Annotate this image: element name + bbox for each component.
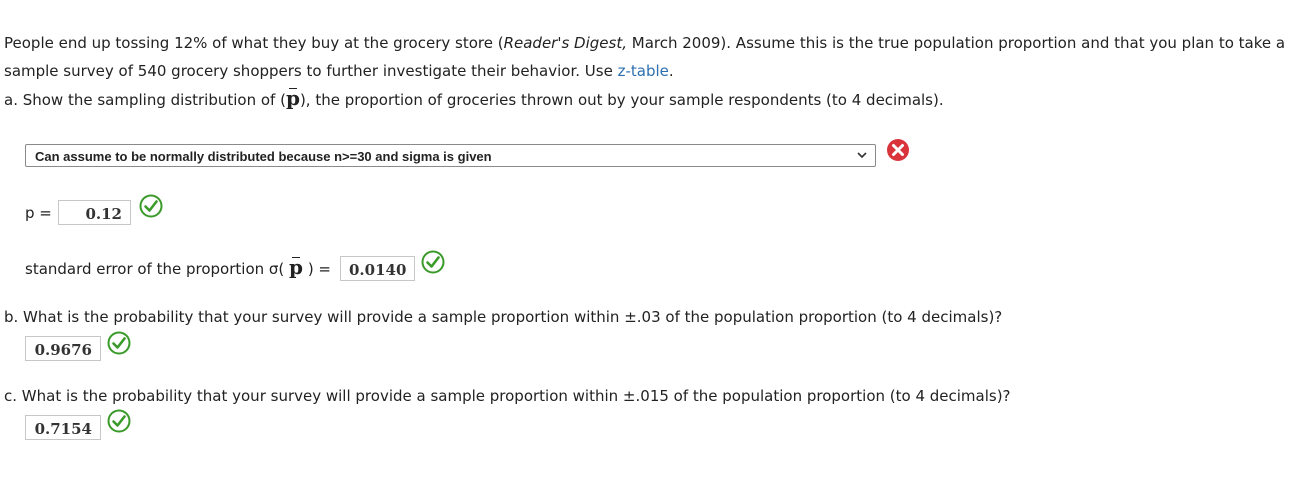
question-a: a. Show the sampling distribution of (p)… — [4, 86, 944, 110]
question-a-text: a. Show the sampling distribution of ( — [4, 91, 286, 109]
problem-intro-line-2: sample survey of 540 grocery shoppers to… — [4, 62, 674, 80]
correct-check-icon — [107, 331, 131, 355]
p-answer-field[interactable]: 0.12 — [58, 200, 131, 225]
dropdown-selected-value: Can assume to be normally distributed be… — [35, 149, 492, 164]
standard-error-answer-field[interactable]: 0.0140 — [340, 256, 415, 281]
p-label: p = — [25, 204, 52, 222]
correct-check-icon — [421, 250, 445, 274]
intro-text: People end up tossing 12% of what they b… — [4, 34, 504, 52]
incorrect-x-icon — [887, 139, 909, 161]
intro-text: March 2009). Assume this is the true pop… — [626, 34, 1286, 52]
question-b: b. What is the probability that your sur… — [4, 308, 1003, 326]
chevron-down-icon — [857, 152, 867, 159]
intro-text: . — [668, 62, 674, 80]
question-c-answer-field[interactable]: 0.7154 — [25, 415, 101, 440]
question-b-answer-field[interactable]: 0.9676 — [25, 336, 101, 361]
se-label-text: standard error of the proportion σ( — [25, 260, 285, 278]
question-a-text: ), the proportion of groceries thrown ou… — [299, 91, 944, 109]
problem-intro-line-1: People end up tossing 12% of what they b… — [4, 34, 1285, 52]
intro-source: Reader's Digest, — [503, 34, 627, 52]
p-bar-symbol: p — [289, 255, 304, 279]
distribution-dropdown[interactable]: Can assume to be normally distributed be… — [25, 144, 876, 167]
correct-check-icon — [139, 194, 163, 218]
standard-error-label: standard error of the proportion σ( p ) … — [25, 255, 332, 279]
intro-text: sample survey of 540 grocery shoppers to… — [4, 62, 618, 80]
se-label-text: ) = — [307, 260, 332, 278]
question-c: c. What is the probability that your sur… — [4, 387, 1011, 405]
z-table-link[interactable]: z-table — [618, 62, 669, 80]
correct-check-icon — [107, 409, 131, 433]
p-bar-symbol: p — [285, 86, 300, 110]
